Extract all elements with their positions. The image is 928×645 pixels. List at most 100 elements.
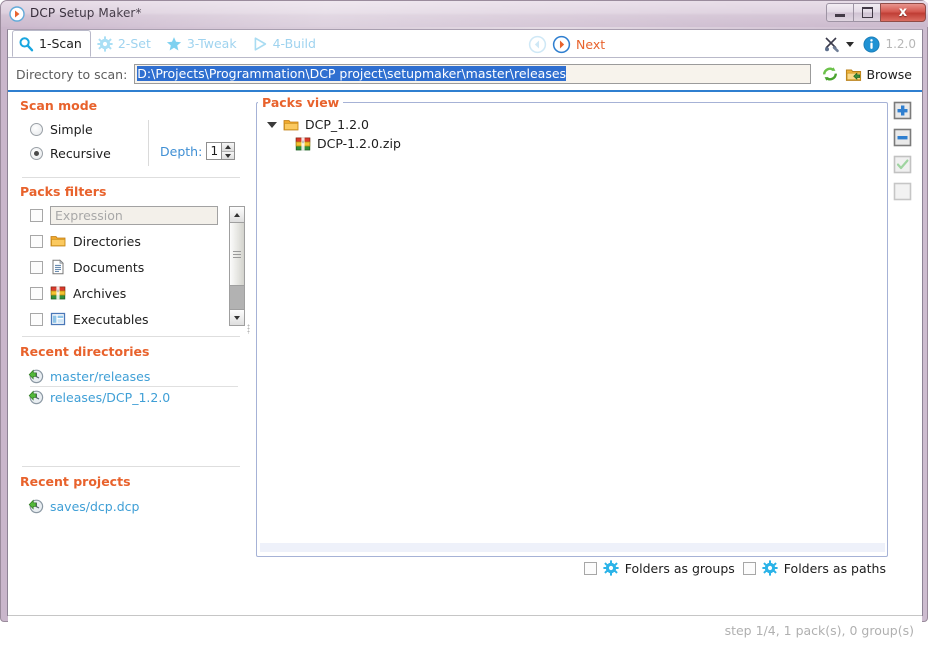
tab-3-tweak-label: 3-Tweak [186,36,237,51]
depth-stepper-buttons [221,143,235,159]
tab-4-build[interactable]: 4-Build [246,30,325,57]
folders-as-groups-checkbox[interactable] [583,561,597,575]
directory-label: Directory to scan: [16,66,128,82]
recent-projects-list: saves/dcp.dcp [8,496,252,516]
tree-file-label: DCP-1.2.0.zip [317,136,401,151]
archive-icon [50,286,66,300]
close-button[interactable]: x [880,3,926,22]
directory-input[interactable]: D:\Projects\Programmation\DCP project\se… [134,64,812,84]
scroll-up-button[interactable] [230,207,244,223]
filter-archives-checkbox[interactable] [30,286,43,300]
option-folders-as-paths[interactable]: Folders as paths [742,560,886,576]
blank-pack-button [893,182,912,201]
folders-as-paths-checkbox[interactable] [742,561,756,575]
packs-filters-title: Packs filters [20,184,107,199]
filter-expression-input[interactable]: Expression [50,205,218,225]
scroll-down-button[interactable] [230,309,244,325]
recent-project-link[interactable]: saves/dcp.dcp [50,499,139,514]
filter-documents-label: Documents [73,259,145,275]
filter-documents-checkbox[interactable] [30,260,43,274]
tree-folder-label: DCP_1.2.0 [305,117,369,132]
tools-icon[interactable] [823,35,841,53]
recent-directory-link[interactable]: releases/DCP_1.2.0 [50,390,170,405]
filter-row-documents[interactable]: Documents [30,254,220,280]
expand-collapse-icon[interactable] [267,121,277,128]
next-label[interactable]: Next [576,37,605,52]
tree-row-folder[interactable]: DCP_1.2.0 [259,115,885,134]
close-icon: x [898,5,908,20]
tab-1-scan[interactable]: 1-Scan [12,30,91,57]
scroll-down-icon [234,315,240,320]
app-icon [9,6,25,22]
recent-clock-icon [28,369,44,384]
filter-expression-checkbox[interactable] [30,208,43,222]
tab-4-build-label: 4-Build [272,36,316,51]
depth-label: Depth: [160,143,203,159]
nav-right-tools: 1.2.0 [823,30,916,58]
filter-row-directories[interactable]: Directories [30,228,220,254]
resize-grip[interactable] [247,324,250,334]
recent-clock-icon [28,390,44,405]
recent-projects-title: Recent projects [20,474,131,489]
tab-3-tweak[interactable]: 3-Tweak [160,30,246,57]
filter-directories-checkbox[interactable] [30,234,43,248]
chevron-up-icon [225,145,232,149]
scroll-up-icon [234,212,240,217]
tab-2-set[interactable]: 2-Set [91,30,160,57]
folder-icon [283,119,299,130]
recent-directory-link[interactable]: master/releases [50,369,150,384]
next-arrow-icon[interactable] [552,35,571,54]
browse-folder-icon[interactable] [845,66,862,83]
browse-button[interactable]: Browse [866,67,912,82]
magnifier-icon [19,36,34,51]
folders-as-groups-label: Folders as groups [624,560,735,576]
scrollbar-thumb[interactable] [230,222,244,286]
maximize-button[interactable] [853,3,881,22]
filter-directories-label: Directories [73,233,141,249]
packs-filters-list: Expression Directories Documents Archive… [30,202,220,332]
divider [22,466,240,467]
depth-value: 1 [210,144,219,158]
minimize-button[interactable] [826,3,854,22]
list-item[interactable]: saves/dcp.dcp [8,496,252,516]
left-panel: Scan mode Simple Recursive Depth: 1 Pack… [8,94,252,615]
window-controls: x [826,3,926,22]
gear-icon [603,560,619,576]
filter-row-executables[interactable]: Executables [30,306,220,332]
wizard-navigation: Next [528,30,605,58]
recent-directories-title: Recent directories [20,344,150,359]
directory-input-value: D:\Projects\Programmation\DCP project\se… [137,66,567,81]
radio-simple[interactable]: Simple [8,118,274,140]
list-item[interactable]: releases/DCP_1.2.0 [8,387,252,407]
remove-pack-button[interactable] [892,127,913,148]
depth-decrement-button[interactable] [222,151,235,159]
right-panel: Packs view DCP_1.2.0 DCP-1.2.0.zip Folde… [252,94,922,615]
divider [22,177,240,178]
back-arrow-icon[interactable] [528,35,547,54]
chevron-down-icon[interactable] [846,41,855,47]
recent-clock-icon [28,499,44,514]
filter-row-archives[interactable]: Archives [30,280,220,306]
divider [22,336,240,337]
exe-icon [50,312,66,326]
folder-icon [50,236,66,247]
depth-increment-button[interactable] [222,143,235,151]
packs-view-tree[interactable]: DCP_1.2.0 DCP-1.2.0.zip [258,112,886,554]
maximize-icon [861,7,873,18]
tab-1-scan-label: 1-Scan [39,36,82,51]
star-icon [166,36,181,50]
radio-recursive-indicator [30,146,43,160]
filter-executables-checkbox[interactable] [30,312,43,326]
tree-bottom-fill [260,543,885,552]
add-pack-button[interactable] [892,100,913,121]
packs-view-side-toolbar [892,100,913,202]
depth-stepper[interactable]: 1 [206,142,236,160]
minimize-icon [835,14,845,17]
info-icon[interactable] [863,35,880,53]
tree-row-file[interactable]: DCP-1.2.0.zip [259,134,885,153]
depth-control: Depth: 1 [160,142,236,160]
option-folders-as-groups[interactable]: Folders as groups [583,560,735,576]
packs-filters-scrollbar[interactable] [229,206,245,326]
list-item[interactable]: master/releases [8,366,252,386]
refresh-icon[interactable] [821,65,839,83]
